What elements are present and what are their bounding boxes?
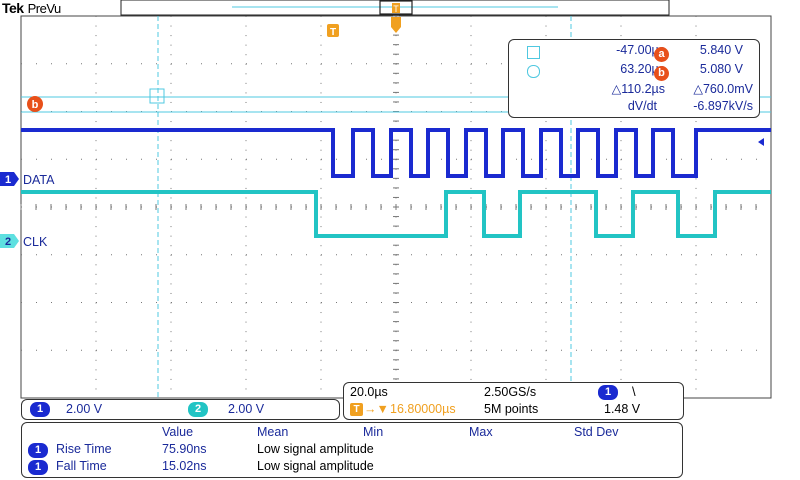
delta-volt: △760.0mV: [693, 82, 753, 96]
cursor2-label: b: [654, 66, 669, 81]
ch1-ground-number: 1: [5, 174, 11, 186]
ch1-scale-value[interactable]: 2.00 V: [66, 402, 102, 416]
measurement-row-1-value: 75.90ns: [162, 442, 207, 456]
cursor1-value: 5.840 V: [699, 43, 743, 57]
measurement-row-2-mean: Low signal amplitude: [257, 459, 374, 473]
trigger-delay-arrow-icon: →▼: [364, 402, 389, 416]
col-stddev-header: Std Dev: [574, 425, 619, 439]
measurement-row-2-name[interactable]: Fall Time: [56, 459, 107, 473]
delta-time: △110.2µs: [611, 82, 665, 96]
ch2-clk-waveform: [21, 190, 771, 238]
sample-rate-value: 2.50GS/s: [484, 385, 537, 399]
col-max-header: Max: [469, 425, 493, 439]
cursor-intersection-box: [149, 88, 165, 104]
cursor-square-icon: [527, 46, 540, 59]
cursor1-label: a: [654, 47, 669, 62]
dvdt-label: dV/dt: [627, 99, 657, 113]
ch1-channel-label: DATA: [23, 173, 55, 187]
trigger-marker-label: T: [330, 27, 336, 38]
trigger-delay-icon: T: [350, 403, 363, 416]
ch2-scale-value[interactable]: 2.00 V: [228, 402, 264, 416]
measurement-row-2-value: 15.02ns: [162, 459, 207, 473]
trigger-level-value[interactable]: 1.48 V: [604, 402, 640, 416]
cursor2-value: 5.080 V: [699, 62, 743, 76]
trigger-source-badge[interactable]: 1: [598, 385, 618, 400]
cursor-circle-icon: [527, 65, 540, 78]
cursor2-label-badge: b: [654, 63, 669, 81]
acquisition-panel[interactable]: 20.0µs 2.50GS/s 1 \ T →▼ 16.80000µs 5M p…: [343, 382, 684, 420]
col-value-header: Value: [162, 425, 194, 439]
trigger-position-marker[interactable]: [391, 17, 401, 33]
trigger-slope-icon: \: [632, 384, 636, 399]
measurements-panel[interactable]: Value Mean Min Max Std Dev 1 Rise Time 7…: [21, 422, 683, 478]
measurement-row-2-channel: 1: [28, 460, 48, 475]
timebase-value[interactable]: 20.0µs: [350, 385, 388, 399]
record-trigger-label: T: [393, 4, 399, 14]
ch2-scale-badge[interactable]: 2: [188, 402, 208, 417]
trigger-delay-value[interactable]: 16.80000µs: [390, 402, 456, 416]
measurement-row-1-mean: Low signal amplitude: [257, 442, 374, 456]
dvdt-value: -6.897kV/s: [693, 99, 753, 113]
cursor-readout-panel[interactable]: -47.00µs a 5.840 V 63.20µs b 5.080 V △11…: [508, 39, 760, 118]
measurement-row-1-name[interactable]: Rise Time: [56, 442, 112, 456]
cursor1-time: -47.00µs: [616, 43, 665, 57]
cursor2-time: 63.20µs: [620, 62, 665, 76]
ch1-offset-arrow: [758, 138, 764, 146]
record-length-value: 5M points: [484, 402, 539, 416]
col-mean-header: Mean: [257, 425, 289, 439]
col-min-header: Min: [363, 425, 384, 439]
ch1-scale-badge[interactable]: 1: [30, 402, 50, 417]
cursor-b-marker-label: b: [32, 99, 39, 111]
ch2-ground-number: 2: [5, 236, 11, 248]
ch2-channel-label: CLK: [23, 235, 48, 249]
measurement-row-1-channel: 1: [28, 443, 48, 458]
channel-scale-bar: 1 2.00 V 2 2.00 V: [21, 399, 340, 420]
cursor1-label-badge: a: [654, 44, 669, 62]
